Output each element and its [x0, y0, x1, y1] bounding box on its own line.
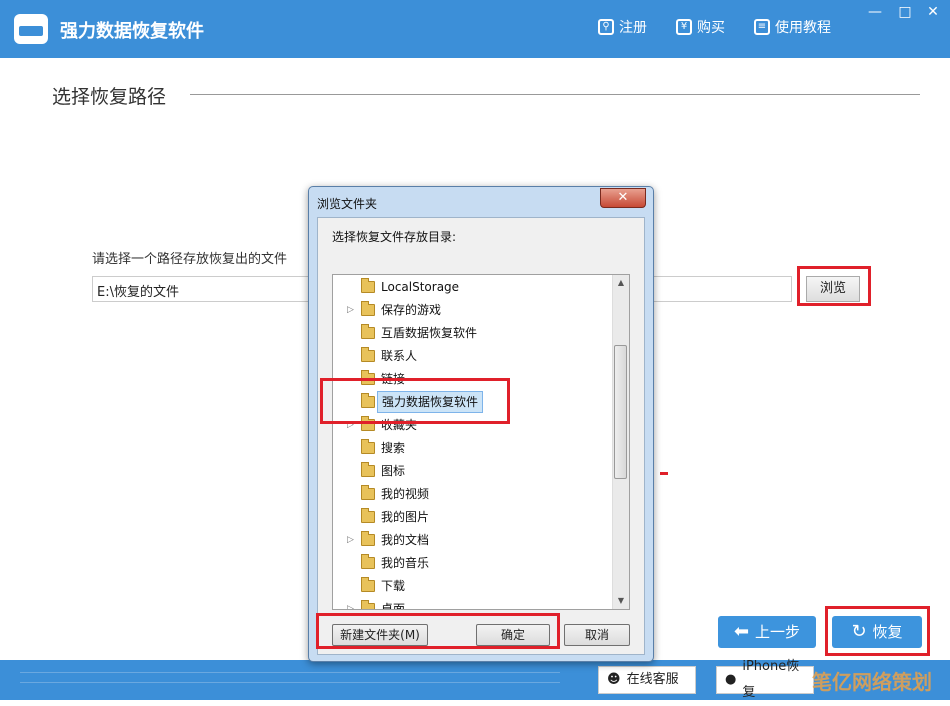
tree-item[interactable]: 图标	[333, 460, 603, 482]
red-mark	[660, 472, 668, 475]
back-button[interactable]: ⬅ 上一步	[718, 616, 816, 648]
tree-item[interactable]: 我的音乐	[333, 552, 603, 574]
path-label: 请选择一个路径存放恢复出的文件	[92, 252, 288, 267]
register-label: 注册	[619, 20, 647, 36]
tree-item[interactable]: 我的图片	[333, 506, 603, 528]
folder-icon	[361, 600, 375, 609]
highlight-box-dialog-buttons	[316, 613, 560, 649]
dialog-prompt: 选择恢复文件存放目录:	[332, 230, 457, 244]
apple-icon: ●	[725, 672, 737, 687]
title-bar: 强力数据恢复软件 ⚲ 注册 ¥ 购买 ≡ 使用教程 — □ ✕	[0, 0, 950, 58]
tree-item-label: 图标	[381, 464, 406, 478]
close-button[interactable]: ✕	[920, 2, 946, 22]
folder-icon	[361, 347, 375, 362]
buy-label: 购买	[697, 20, 725, 36]
app-title: 强力数据恢复软件	[60, 21, 204, 42]
iphone-recovery-label: iPhone恢复	[742, 659, 800, 700]
qq-icon: ☻	[607, 672, 621, 687]
bottom-divider	[20, 672, 560, 673]
tutorial-label: 使用教程	[775, 20, 831, 36]
section-title: 选择恢复路径	[52, 86, 167, 108]
tree-item[interactable]: ▷ 保存的游戏	[333, 299, 603, 321]
scroll-up-icon[interactable]: ▲	[613, 275, 629, 291]
folder-icon	[361, 301, 375, 316]
yen-icon: ¥	[676, 19, 692, 35]
folder-icon	[361, 554, 375, 569]
tree-item[interactable]: LocalStorage	[333, 276, 603, 298]
buy-button[interactable]: ¥ 购买	[676, 17, 725, 37]
tree-item-label: 我的视频	[381, 487, 430, 501]
expand-arrow-icon[interactable]: ▷	[347, 529, 354, 551]
search-icon: ⚲	[598, 19, 614, 35]
expand-arrow-icon[interactable]: ▷	[347, 598, 354, 609]
online-service-button[interactable]: ☻ 在线客服	[598, 666, 696, 694]
highlight-box-browse	[797, 266, 871, 306]
folder-icon	[361, 485, 375, 500]
dialog-body: 选择恢复文件存放目录: LocalStorage ▷ 保存的游戏 互盾数据恢复软件…	[317, 217, 645, 655]
bottom-divider	[20, 682, 560, 683]
tree-item-label: 我的图片	[381, 510, 430, 524]
folder-icon	[361, 508, 375, 523]
tree-item[interactable]: ▷ 桌面	[333, 598, 603, 610]
register-button[interactable]: ⚲ 注册	[598, 17, 647, 37]
scroll-down-icon[interactable]: ▼	[613, 593, 629, 609]
maximize-button[interactable]: □	[892, 2, 918, 22]
back-arrow-icon: ⬅	[733, 621, 750, 642]
watermark: 笔亿网络策划	[812, 670, 932, 694]
browse-folder-dialog: 浏览文件夹 ✕ 选择恢复文件存放目录: LocalStorage ▷ 保存的游戏 …	[308, 186, 654, 662]
minimize-button[interactable]: —	[862, 2, 888, 22]
tree-item-label: 我的文档	[381, 533, 430, 547]
tree-item-label: 桌面	[381, 602, 406, 610]
online-service-label: 在线客服	[626, 672, 679, 687]
folder-tree[interactable]: LocalStorage ▷ 保存的游戏 互盾数据恢复软件 联系人 链接 强力数据…	[332, 274, 630, 610]
tree-item[interactable]: 我的视频	[333, 483, 603, 505]
folder-icon	[361, 324, 375, 339]
doc-icon: ≡	[754, 19, 770, 35]
app-logo-icon	[14, 14, 48, 44]
tree-item-label: 下载	[381, 579, 406, 593]
folder-icon	[361, 439, 375, 454]
cancel-button[interactable]: 取消	[564, 624, 630, 646]
expand-arrow-icon[interactable]: ▷	[347, 299, 354, 321]
highlight-box-recover	[825, 606, 930, 656]
back-label: 上一步	[755, 623, 801, 641]
tutorial-button[interactable]: ≡ 使用教程	[754, 17, 831, 37]
folder-icon	[361, 462, 375, 477]
iphone-recovery-button[interactable]: ● iPhone恢复	[716, 659, 814, 700]
folder-icon	[361, 278, 375, 293]
folder-icon	[361, 577, 375, 592]
section-divider	[190, 94, 920, 95]
tree-scrollbar[interactable]: ▲ ▼	[612, 275, 629, 609]
tree-item[interactable]: 下载	[333, 575, 603, 597]
highlight-box-selected-folder	[320, 378, 510, 424]
tree-item-label: 我的音乐	[381, 556, 430, 570]
scroll-thumb[interactable]	[614, 345, 627, 479]
folder-icon	[361, 531, 375, 546]
tree-item-label: 搜索	[381, 441, 406, 455]
dialog-close-button[interactable]: ✕	[600, 188, 646, 208]
tree-item[interactable]: 联系人	[333, 345, 603, 367]
dialog-title: 浏览文件夹	[317, 197, 378, 211]
tree-item-label: 互盾数据恢复软件	[381, 326, 478, 340]
tree-item[interactable]: ▷ 我的文档	[333, 529, 603, 551]
tree-item[interactable]: 互盾数据恢复软件	[333, 322, 603, 344]
tree-item-label: 保存的游戏	[381, 303, 442, 317]
tree-item[interactable]: 搜索	[333, 437, 603, 459]
tree-item-label: LocalStorage	[381, 280, 460, 294]
tree-item-label: 联系人	[381, 349, 418, 363]
